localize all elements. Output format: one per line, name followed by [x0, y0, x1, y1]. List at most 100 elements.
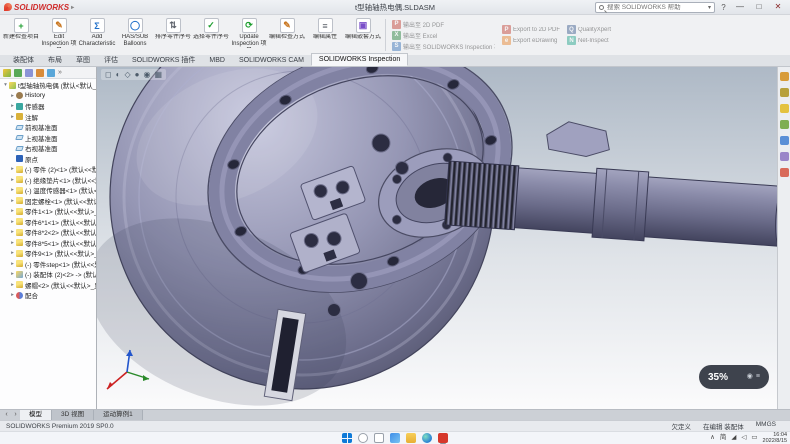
help-search-input[interactable]	[607, 4, 705, 11]
tree-expander-icon[interactable]: ▸	[9, 282, 16, 288]
headsup-toolbar-icon[interactable]: ◐	[116, 70, 121, 79]
battery-icon[interactable]: ▭	[751, 434, 757, 442]
ribbon-tab[interactable]: MBD	[202, 55, 232, 66]
ribbon-tab[interactable]: SOLIDWORKS 插件	[125, 55, 202, 66]
ribbon-tab[interactable]: 装配体	[6, 55, 41, 66]
tree-item[interactable]: ▸ (-) 装配体 (2)<2> -> (默认<显示状态-2>)	[0, 269, 96, 280]
tree-item[interactable]: ▸ 螺帽<2> (默认<<默认>_显示状态 1>)	[0, 280, 96, 291]
network-icon[interactable]: ◢	[731, 434, 736, 442]
ribbon-button[interactable]: ▣ 编辑嵌套方式	[344, 16, 382, 54]
tree-expander-icon[interactable]: ▸	[9, 292, 16, 298]
panel-tab-icon[interactable]	[25, 69, 33, 77]
zoom-badge-icon[interactable]: ◉	[747, 373, 753, 381]
task-pane-icon[interactable]	[780, 72, 789, 81]
ribbon-button[interactable]: + 新建检查项目	[2, 16, 40, 54]
ribbon-button[interactable]: ✎ 编辑检查方式	[268, 16, 306, 54]
task-pane-icon[interactable]	[780, 136, 789, 145]
tree-expander-icon[interactable]: ▸	[9, 114, 16, 120]
tree-expander-icon[interactable]: ▸	[9, 250, 16, 256]
ribbon-button[interactable]: ⇅ 排序零件序号	[154, 16, 192, 54]
ribbon-button[interactable]: ✎ Edit Inspection 项目	[40, 16, 78, 54]
task-pane-icon[interactable]	[780, 120, 789, 129]
tree-item[interactable]: 右视基准面	[0, 143, 96, 154]
tree-item[interactable]: ▸ 零件8*2<2> (默认<<默认>_显示状态 1>)	[0, 227, 96, 238]
headsup-toolbar-icon[interactable]: ◉	[143, 70, 150, 79]
tree-item[interactable]: 原点	[0, 154, 96, 165]
panel-tab-icon[interactable]	[36, 69, 44, 77]
tree-item[interactable]: ▸ 固定螺栓<1> (默认<<默认>_显示状态 1>)	[0, 196, 96, 207]
doc-tab-nav-right-icon[interactable]: ›	[11, 410, 20, 420]
graphics-viewport[interactable]: ◻ ◐ ◇ ● ◉ ▦ 35% ◉	[97, 67, 777, 409]
doc-tab[interactable]: 模型	[20, 410, 52, 420]
ribbon-button[interactable]: Σ Add Characteristic	[78, 16, 116, 54]
tree-expander-icon[interactable]: ▸	[9, 198, 16, 204]
taskbar-app-icon[interactable]	[342, 433, 352, 443]
ribbon-tab[interactable]: SOLIDWORKS CAM	[232, 55, 311, 66]
taskbar-app-icon[interactable]	[358, 433, 368, 443]
tree-item[interactable]: ▸ (-) 零件 (2)<1> (默认<<默认>_显示状态 1>)	[0, 164, 96, 175]
doc-tab[interactable]: 3D 视图	[52, 410, 94, 420]
task-pane-icon[interactable]	[780, 168, 789, 177]
tray-overflow-icon[interactable]: ∧	[710, 434, 715, 442]
help-search[interactable]: ▾	[595, 2, 715, 13]
task-pane-icon[interactable]	[780, 152, 789, 161]
tree-expander-icon[interactable]: ▸	[9, 93, 16, 99]
tree-expander-icon[interactable]: ▸	[9, 271, 16, 277]
ribbon-tab[interactable]: SOLIDWORKS Inspection	[311, 53, 408, 66]
tree-item[interactable]: ▸ 零件6*1<1> (默认<<默认>_显示状态 1>)	[0, 217, 96, 228]
tree-item[interactable]: ▸ 零件1<1> (默认<<默认>_显示状态 1>)	[0, 206, 96, 217]
tree-expander-icon[interactable]: ▸	[9, 103, 16, 109]
tree-item[interactable]: ▸ 零件8*5<1> (默认<<默认>_显示状态 1>)	[0, 238, 96, 249]
tree-item[interactable]: ▸ 零件9<1> (默认<<默认>_显示状态 1>)	[0, 248, 96, 259]
taskbar-app-icon[interactable]	[390, 433, 400, 443]
task-pane-icon[interactable]	[780, 104, 789, 113]
tree-item[interactable]: 前视基准面	[0, 122, 96, 133]
ribbon-tab[interactable]: 评估	[97, 55, 125, 66]
panel-tab-icon[interactable]: »	[58, 69, 62, 77]
tree-item[interactable]: 上视基准面	[0, 133, 96, 144]
panel-tab-icon[interactable]	[47, 69, 55, 77]
headsup-toolbar-icon[interactable]: ●	[135, 70, 140, 79]
ribbon-tab[interactable]: 草图	[69, 55, 97, 66]
tree-expander-icon[interactable]: ▸	[9, 261, 16, 267]
zoom-overlay-badge[interactable]: 35% ◉ ≡	[699, 365, 769, 389]
tree-item[interactable]: ▸ (-) 绝缘垫片<1> (默认<<默认>_显示状态 1>)	[0, 175, 96, 186]
panel-tab-icon[interactable]	[3, 69, 11, 77]
tree-item[interactable]: ▸ (-) 温度传感器<1> (默认<<默认>_显示状态 1>)	[0, 185, 96, 196]
tree-item[interactable]: ▸ (-) 零件step<1> (默认<<默认>_显示状态 1>)	[0, 259, 96, 270]
3d-model-canvas[interactable]	[97, 67, 777, 409]
tree-expander-icon[interactable]: ▸	[9, 219, 16, 225]
maximize-button[interactable]: □	[751, 1, 767, 13]
tree-expander-icon[interactable]: ▾	[2, 82, 9, 88]
doc-tab[interactable]: 运动算例1	[94, 410, 143, 420]
tree-item[interactable]: ▸ History	[0, 91, 96, 102]
tree-expander-icon[interactable]: ▸	[9, 240, 16, 246]
volume-icon[interactable]: ◁	[741, 434, 746, 442]
taskbar-app-icon[interactable]	[422, 433, 432, 443]
logo-flyout-icon[interactable]: ▸	[71, 4, 74, 11]
task-pane-icon[interactable]	[780, 88, 789, 97]
tree-expander-icon[interactable]: ▸	[9, 229, 16, 235]
minimize-button[interactable]: —	[732, 1, 748, 13]
ribbon-button[interactable]: ◯ HAS/SUB Balloons	[116, 16, 154, 54]
help-button[interactable]: ?	[718, 3, 729, 12]
close-button[interactable]: ✕	[770, 1, 786, 13]
ribbon-button[interactable]: ✓ 选择零件序号	[192, 16, 230, 54]
tree-expander-icon[interactable]: ▸	[9, 208, 16, 214]
headsup-toolbar-icon[interactable]: ◻	[105, 70, 112, 79]
tree-item[interactable]: ▾ t型轴轴热电偶 (默认<默认_显示状态-1>)	[0, 80, 96, 91]
panel-tab-icon[interactable]	[14, 69, 22, 77]
search-chevron-icon[interactable]: ▾	[708, 4, 711, 11]
taskbar-app-icon[interactable]	[406, 433, 416, 443]
tree-expander-icon[interactable]: ▸	[9, 187, 16, 193]
zoom-badge-icon[interactable]: ≡	[756, 373, 760, 381]
solidworks-logo[interactable]: SOLIDWORKS ▸	[4, 3, 74, 12]
ribbon-button[interactable]: ⟳ Update Inspection 项目	[230, 16, 268, 54]
taskbar-app-icon[interactable]	[374, 433, 384, 443]
headsup-toolbar-icon[interactable]: ◇	[124, 70, 130, 79]
ribbon-tab[interactable]: 布局	[41, 55, 69, 66]
taskbar-clock[interactable]: 16:04 2022/8/15	[763, 432, 787, 444]
taskbar-app-icon[interactable]	[438, 433, 448, 443]
tree-expander-icon[interactable]: ▸	[9, 166, 16, 172]
doc-tab-nav-left-icon[interactable]: ‹	[2, 410, 11, 420]
